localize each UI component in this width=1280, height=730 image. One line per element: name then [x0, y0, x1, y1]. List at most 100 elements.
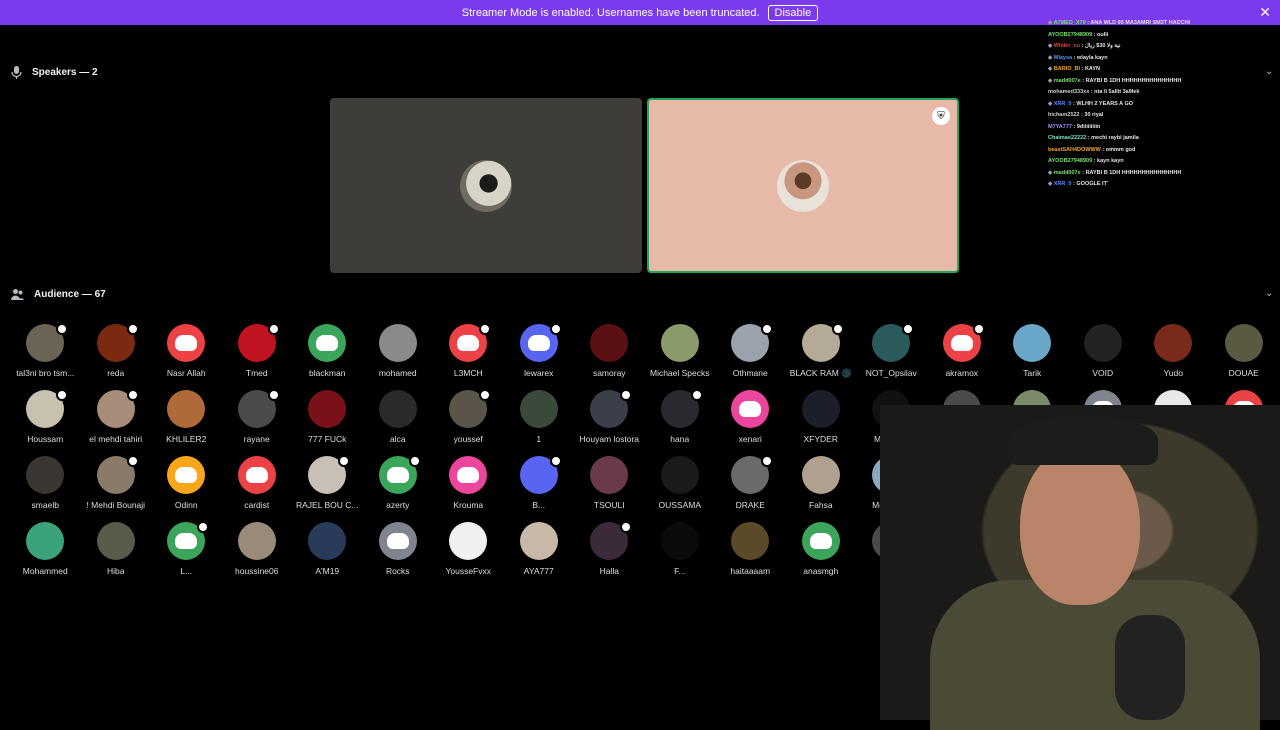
audience-member[interactable]: KHLILER2	[151, 390, 222, 447]
audience-header[interactable]: Audience — 67	[11, 288, 106, 300]
discord-logo-icon	[809, 533, 832, 549]
chat-username: hicham2522	[1048, 112, 1080, 118]
chat-message: hicham2522 : 30 riyal	[1048, 110, 1268, 122]
member-name: Nasr Allah	[166, 368, 206, 378]
audience-member[interactable]: reda	[81, 323, 152, 381]
status-badge-icon	[479, 323, 492, 335]
avatar	[801, 390, 840, 428]
audience-member[interactable]: el mehdi tahiri	[81, 389, 152, 447]
member-name: Hiba	[107, 566, 125, 576]
audience-member[interactable]: Yudo	[1138, 324, 1209, 381]
audience-member[interactable]: houssine06	[222, 522, 293, 579]
audience-member[interactable]: Fahsa	[786, 456, 857, 513]
discord-logo-icon	[527, 335, 550, 351]
audience-member[interactable]: youssef	[433, 389, 504, 447]
audience-member[interactable]: L...	[151, 521, 222, 579]
audience-member[interactable]: Rocks	[363, 522, 434, 579]
audience-member[interactable]: Houssam	[10, 389, 81, 447]
audience-member[interactable]: 1	[504, 390, 575, 447]
speaker-tile-2[interactable]: ⛨	[647, 98, 959, 273]
chat-message: ◆ A7MED_X79 : ANA WLD 95 MA3AMRI SM3T HA…	[1048, 18, 1268, 30]
member-name: DRAKE	[735, 500, 765, 510]
audience-member[interactable]: NOT_Opsilav	[856, 323, 927, 381]
audience-chevron-down-icon[interactable]: ⌄	[1265, 288, 1273, 299]
speakers-header[interactable]: Speakers — 2	[11, 66, 98, 79]
audience-member[interactable]: TSOULI	[574, 456, 645, 513]
member-name: houssine06	[235, 566, 279, 576]
audience-member[interactable]: OUSSAMA	[645, 456, 716, 513]
audience-member[interactable]: VOID	[1068, 324, 1139, 381]
audience-member[interactable]: mohamed	[363, 324, 434, 381]
member-name: akramox	[945, 368, 979, 378]
audience-member[interactable]: haitaaaam	[715, 522, 786, 579]
audience-member[interactable]: Tarik	[997, 324, 1068, 381]
member-name: alca	[389, 434, 406, 444]
audience-member[interactable]: AYA777	[504, 522, 575, 579]
chat-message: ◆ madd007e : RAYBI B 1DH HHHHHHHHHHHHHHH	[1048, 168, 1268, 180]
chat-username: beastSAH4DOWWW	[1048, 146, 1101, 153]
avatar	[731, 455, 774, 494]
chat-username: mohamed333xx	[1048, 89, 1090, 95]
discord-logo-icon	[245, 467, 268, 483]
audience-member[interactable]: alca	[363, 390, 434, 447]
audience-member[interactable]: RAJEL BOU C...	[292, 455, 363, 513]
audience-member[interactable]: tal3ni bro tsm...	[10, 323, 81, 381]
status-badge-icon	[479, 389, 492, 401]
audience-member[interactable]: YousseFvxx	[433, 522, 504, 579]
audience-member[interactable]: xenari	[715, 390, 786, 447]
member-name: Houyam lostora	[579, 434, 640, 444]
audience-member[interactable]: rayane	[222, 389, 293, 447]
audience-member[interactable]: DRAKE	[715, 455, 786, 513]
status-badge-icon	[56, 389, 69, 401]
avatar	[449, 323, 492, 362]
audience-member[interactable]: Odinn	[151, 456, 222, 513]
audience-member[interactable]: Tmed	[222, 323, 293, 381]
audience-member[interactable]: Halla	[574, 521, 645, 579]
speaker-tile-1[interactable]	[330, 98, 642, 273]
audience-member[interactable]: akramox	[927, 323, 998, 381]
audience-member[interactable]: hana	[645, 389, 716, 447]
audience-member[interactable]: BLACK RAM 🌑	[786, 323, 857, 381]
audience-member[interactable]: azerty	[363, 455, 434, 513]
audience-member[interactable]: XFYDER	[786, 390, 857, 447]
avatar	[167, 390, 206, 428]
audience-member[interactable]: Mohammed	[10, 522, 81, 579]
audience-member[interactable]: anasmgh	[786, 522, 857, 579]
member-name: L...	[180, 566, 193, 576]
people-icon	[11, 289, 24, 300]
disable-streamer-mode-button[interactable]: Disable	[767, 4, 819, 21]
chat-text: KAYN	[1084, 66, 1101, 72]
audience-member[interactable]: smaelb	[10, 456, 81, 513]
status-badge-icon	[408, 455, 421, 467]
audience-member[interactable]: samoray	[574, 324, 645, 381]
audience-member[interactable]: lewarex	[504, 323, 575, 381]
member-name: Othmane	[732, 368, 768, 378]
avatar	[378, 522, 417, 560]
chat-username: A7MED_X79	[1053, 20, 1086, 26]
audience-member[interactable]: cardist	[222, 456, 293, 513]
member-name: Mohammed	[22, 566, 68, 576]
chat-username: Chaimae22222	[1048, 135, 1087, 141]
audience-member[interactable]: ! Mehdi Bounaji	[81, 455, 152, 513]
discord-logo-icon	[316, 335, 339, 351]
audience-member[interactable]: DOUAE	[1209, 324, 1280, 381]
avatar	[167, 324, 206, 362]
member-name: hana	[670, 434, 690, 444]
audience-member[interactable]: 777 FUCk	[292, 390, 363, 447]
speakers-label: Speakers — 2	[32, 67, 98, 78]
audience-member[interactable]: A'M19	[292, 522, 363, 579]
audience-member[interactable]: B...	[504, 455, 575, 513]
audience-member[interactable]: Krouma	[433, 456, 504, 513]
chat-username: M7YA777	[1048, 123, 1072, 130]
audience-member[interactable]: Othmane	[715, 323, 786, 381]
audience-member[interactable]: Houyam lostora	[574, 389, 645, 447]
audience-member[interactable]: Hiba	[81, 522, 152, 579]
audience-member[interactable]: L3MCH	[433, 323, 504, 381]
status-badge-icon	[690, 389, 703, 401]
audience-member[interactable]: F...	[645, 522, 716, 579]
discord-logo-icon	[950, 335, 973, 351]
audience-member[interactable]: blackman	[292, 324, 363, 381]
member-name: Krouma	[453, 500, 484, 510]
audience-member[interactable]: Michael Specks	[645, 324, 716, 381]
audience-member[interactable]: Nasr Allah	[151, 324, 222, 381]
